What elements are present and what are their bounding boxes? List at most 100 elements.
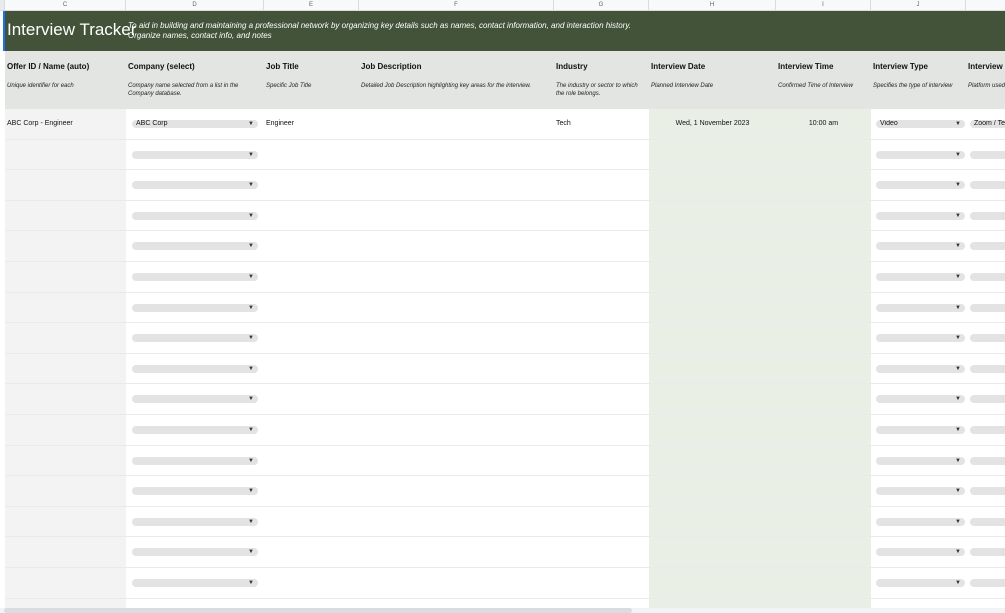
column-letter-5[interactable]: G — [554, 0, 649, 10]
horizontal-scrollbar[interactable] — [0, 608, 1005, 613]
interview-type-dropdown[interactable]: ▼ — [876, 426, 965, 434]
interview-type-dropdown[interactable]: ▼ — [876, 364, 965, 373]
company-dropdown[interactable]: ABC Corp ▼ — [132, 120, 258, 128]
header-subtitle: Planned Interview Date — [651, 83, 714, 89]
company-dropdown[interactable]: ▼ — [132, 242, 258, 251]
column-letter-7[interactable]: I — [776, 0, 871, 10]
header-cell-industry[interactable]: Industry The industry or sector to which … — [554, 51, 649, 109]
interview-type-dropdown[interactable]: ▼ — [876, 395, 965, 404]
company-dropdown[interactable]: ▼ — [132, 150, 258, 159]
table-row: ▼ ▼ ▼ — [5, 537, 1005, 568]
platform-dropdown[interactable]: ▼ — [970, 487, 1005, 496]
interview-type-dropdown[interactable]: ▼ — [876, 273, 965, 281]
job-description-cell[interactable] — [361, 109, 554, 140]
header-cell-job-description[interactable]: Job Description Detailed Job Description … — [359, 51, 554, 109]
header-cell-interview-time[interactable]: Interview Time Confirmed Time of Intervie… — [776, 51, 871, 109]
header-subtitle: Detailed Job Description highlighting ke… — [361, 83, 532, 89]
platform-dropdown[interactable]: ▼ — [970, 273, 1005, 281]
platform-dropdown[interactable]: ▼ — [970, 456, 1005, 465]
platform-dropdown[interactable]: ▼ — [970, 334, 1005, 343]
chevron-down-icon: ▼ — [248, 182, 254, 189]
chevron-down-icon: ▼ — [248, 427, 254, 433]
interview-type-dropdown[interactable]: ▼ — [876, 242, 965, 251]
table-row: ▼ ▼ ▼ — [5, 384, 1005, 415]
company-dropdown[interactable]: ▼ — [132, 579, 258, 587]
interview-type-dropdown[interactable]: ▼ — [876, 548, 965, 557]
header-subtitle: Unique identifier for each — [7, 83, 74, 89]
header-title: Interview Type — [873, 62, 928, 71]
column-letter-1[interactable]: C — [5, 0, 126, 10]
header-cell-company[interactable]: Company (select) Company name selected fr… — [126, 51, 264, 109]
column-letter-6[interactable]: H — [649, 0, 776, 10]
header-cell-interview-type[interactable]: Interview Type Specifies the type of inte… — [871, 51, 966, 109]
interview-type-dropdown[interactable]: ▼ — [876, 487, 965, 496]
interview-type-dropdown[interactable]: ▼ — [876, 517, 965, 526]
platform-dropdown[interactable]: ▼ — [970, 211, 1005, 220]
spreadsheet: CDEFGHIJ Interview Tracker To aid in bui… — [0, 0, 1005, 613]
platform-dropdown[interactable]: ▼ — [970, 181, 1005, 190]
platform-dropdown[interactable]: Zoom / Te▼ — [970, 120, 1005, 128]
platform-dropdown[interactable]: ▼ — [970, 579, 1005, 587]
header-title: Job Description — [361, 62, 422, 71]
platform-dropdown[interactable]: ▼ — [970, 426, 1005, 434]
description-line-2: Organize names, contact info, and notes — [128, 31, 272, 40]
header-cell-platform[interactable]: Interview P Platform used — [966, 51, 1005, 109]
company-dropdown[interactable]: ▼ — [132, 211, 258, 220]
chevron-down-icon: ▼ — [955, 151, 961, 158]
dropdown-value: ABC Corp — [136, 120, 168, 127]
scrollbar-thumb[interactable] — [4, 608, 632, 613]
platform-dropdown[interactable]: ▼ — [970, 364, 1005, 373]
interview-type-dropdown[interactable]: ▼ — [876, 456, 965, 465]
chevron-down-icon: ▼ — [248, 549, 254, 556]
platform-dropdown[interactable]: ▼ — [970, 548, 1005, 557]
table-row: ▼ ▼ ▼ — [5, 415, 1005, 446]
header-title: Interview Time — [778, 62, 834, 71]
company-dropdown[interactable]: ▼ — [132, 273, 258, 281]
company-dropdown[interactable]: ▼ — [132, 548, 258, 557]
company-dropdown[interactable]: ▼ — [132, 517, 258, 526]
platform-dropdown[interactable]: ▼ — [970, 395, 1005, 404]
column-letter-9[interactable] — [966, 0, 1005, 10]
platform-dropdown[interactable]: ▼ — [970, 303, 1005, 312]
company-dropdown[interactable]: ▼ — [132, 364, 258, 373]
industry-cell[interactable]: Tech — [556, 109, 649, 140]
interview-type-dropdown[interactable]: ▼ — [876, 579, 965, 587]
company-dropdown[interactable]: ▼ — [132, 426, 258, 434]
table-row: ▼ ▼ ▼ — [5, 476, 1005, 507]
platform-dropdown[interactable]: ▼ — [970, 150, 1005, 159]
header-cell-interview-date[interactable]: Interview Date Planned Interview Date — [649, 51, 776, 109]
company-dropdown[interactable]: ▼ — [132, 334, 258, 343]
interview-date-cell[interactable]: Wed, 1 November 2023 — [649, 109, 776, 140]
interview-type-dropdown[interactable]: ▼ — [876, 334, 965, 343]
column-letter-2[interactable]: D — [126, 0, 264, 10]
column-letter-4[interactable]: F — [359, 0, 554, 10]
chevron-down-icon: ▼ — [248, 365, 254, 372]
offer-id-cell[interactable]: ABC Corp - Engineer — [7, 109, 126, 140]
chevron-down-icon: ▼ — [955, 243, 961, 250]
table-body: ABC Corp - Engineer Engineer Tech Wed, 1 No… — [5, 109, 1005, 609]
dropdown-value: Video — [880, 120, 898, 127]
platform-dropdown[interactable]: ▼ — [970, 517, 1005, 526]
table-row: ▼ ▼ ▼ — [5, 354, 1005, 385]
company-dropdown[interactable]: ▼ — [132, 303, 258, 312]
interview-type-dropdown[interactable]: ▼ — [876, 181, 965, 190]
header-cell-offer-id[interactable]: Offer ID / Name (auto) Unique identifier … — [5, 51, 126, 109]
job-title-cell[interactable]: Engineer — [266, 109, 359, 140]
company-dropdown[interactable]: ▼ — [132, 181, 258, 190]
platform-dropdown[interactable]: ▼ — [970, 242, 1005, 251]
chevron-down-icon: ▼ — [955, 580, 961, 586]
company-dropdown[interactable]: ▼ — [132, 456, 258, 465]
company-dropdown[interactable]: ▼ — [132, 395, 258, 404]
header-subtitle: Specific Job Title — [266, 83, 312, 89]
interview-type-dropdown[interactable]: Video ▼ — [876, 120, 965, 128]
interview-type-dropdown[interactable]: ▼ — [876, 211, 965, 220]
interview-type-dropdown[interactable]: ▼ — [876, 303, 965, 312]
column-letter-3[interactable]: E — [264, 0, 359, 10]
chevron-down-icon: ▼ — [248, 121, 254, 127]
page-description: To aid in building and maintaining a pro… — [128, 21, 631, 41]
column-letter-8[interactable]: J — [871, 0, 966, 10]
company-dropdown[interactable]: ▼ — [132, 487, 258, 496]
header-cell-job-title[interactable]: Job Title Specific Job Title — [264, 51, 359, 109]
interview-time-cell[interactable]: 10:00 am — [776, 109, 871, 140]
interview-type-dropdown[interactable]: ▼ — [876, 150, 965, 159]
